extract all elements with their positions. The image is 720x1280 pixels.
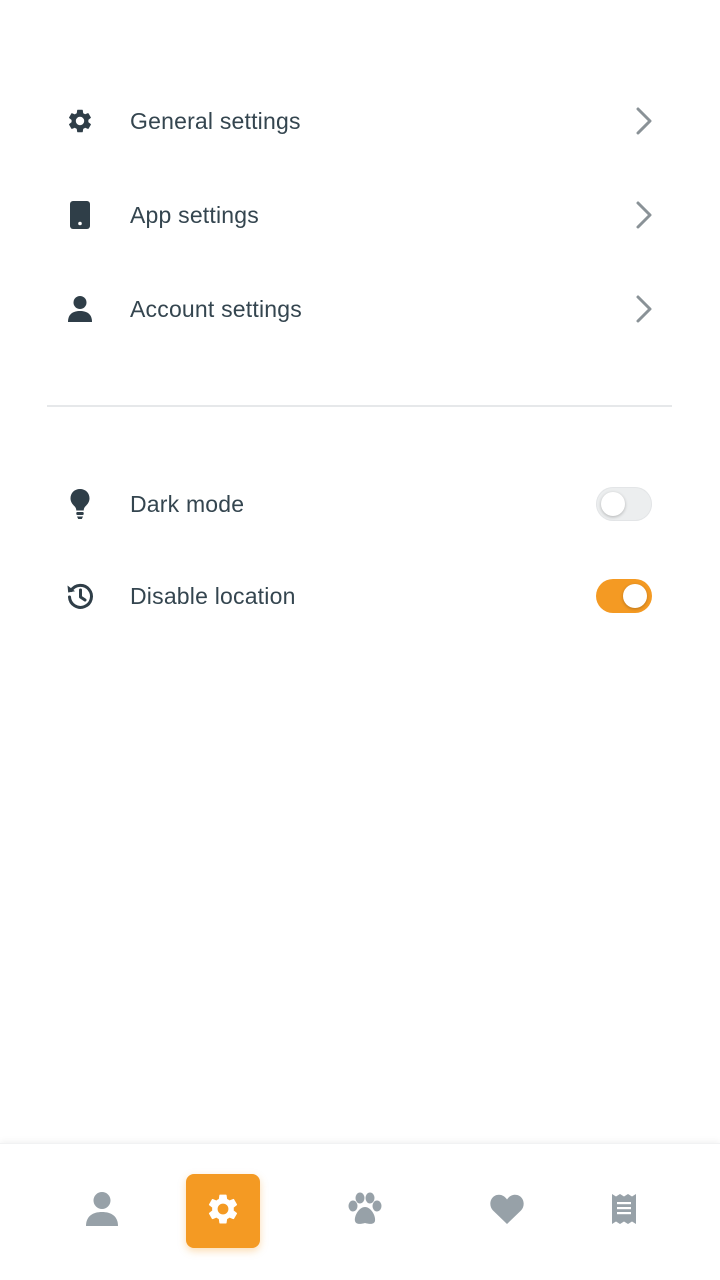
dark-mode-toggle[interactable]	[596, 487, 652, 521]
chevron-right-icon	[628, 195, 660, 235]
toggle-knob	[601, 492, 625, 516]
tab-settings[interactable]	[186, 1174, 260, 1248]
user-icon	[64, 293, 96, 325]
chevron-right-icon	[628, 101, 660, 141]
general-settings-row[interactable]: General settings	[0, 74, 720, 168]
tab-favorites[interactable]	[470, 1174, 544, 1248]
disable-location-label: Disable location	[130, 582, 296, 609]
disable-location-toggle[interactable]	[596, 579, 652, 613]
gear-icon	[64, 105, 96, 137]
user-icon	[85, 1191, 119, 1232]
settings-screen: General settings App settings Account se…	[0, 0, 720, 1280]
toggle-knob	[623, 584, 647, 608]
gear-icon	[205, 1191, 241, 1232]
tab-profile[interactable]	[65, 1174, 139, 1248]
general-settings-label: General settings	[130, 107, 301, 134]
paw-icon	[346, 1192, 384, 1231]
app-settings-row[interactable]: App settings	[0, 168, 720, 262]
phone-icon	[64, 199, 96, 231]
disable-location-row: Disable location	[0, 550, 720, 642]
tab-receipts[interactable]	[587, 1174, 661, 1248]
account-settings-label: Account settings	[130, 295, 302, 322]
settings-menu: General settings App settings Account se…	[0, 74, 720, 356]
lightbulb-icon	[64, 488, 96, 520]
app-settings-label: App settings	[130, 201, 259, 228]
chevron-right-icon	[628, 289, 660, 329]
tab-pets[interactable]	[328, 1174, 402, 1248]
account-settings-row[interactable]: Account settings	[0, 262, 720, 356]
dark-mode-label: Dark mode	[130, 490, 245, 517]
toggle-settings: Dark mode Disable location	[0, 458, 720, 642]
bottom-navigation	[0, 1143, 720, 1280]
receipt-icon	[611, 1193, 637, 1230]
dark-mode-row: Dark mode	[0, 458, 720, 550]
history-icon	[64, 580, 96, 612]
heart-icon	[489, 1193, 525, 1230]
section-divider	[47, 405, 672, 407]
